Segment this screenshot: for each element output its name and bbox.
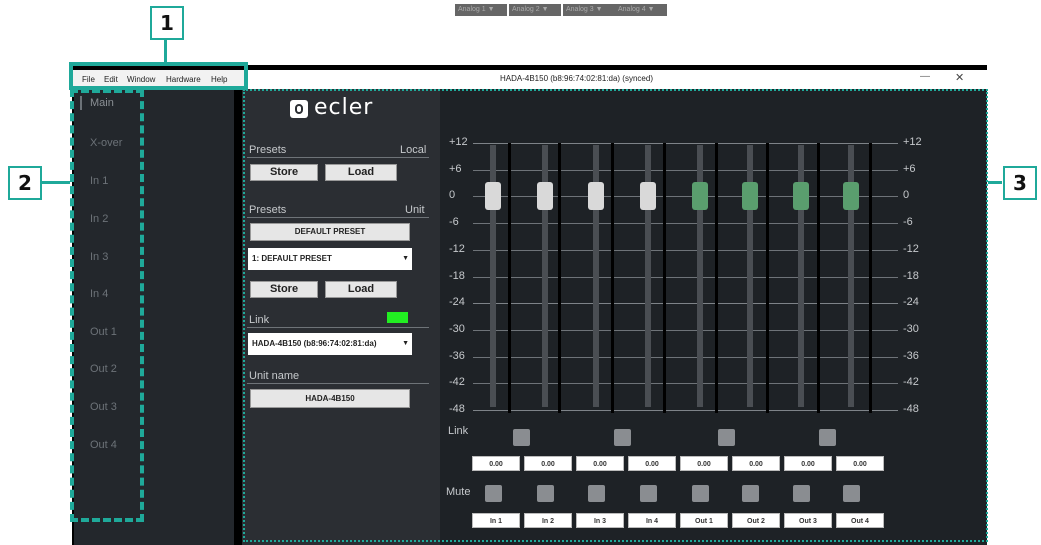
input-select-3[interactable]: Analog 3 ▼ <box>563 4 615 16</box>
callout-3: 3 <box>1003 166 1037 200</box>
input-select-4-label: Analog 4 <box>618 6 646 13</box>
callout-1-highlight <box>69 62 248 90</box>
close-button[interactable]: ✕ <box>955 71 964 84</box>
callout-1: 1 <box>150 6 184 40</box>
callout-2-leader <box>40 181 70 184</box>
input-select-2[interactable]: Analog 2 ▼ <box>509 4 561 16</box>
chevron-down-icon: ▼ <box>487 6 495 13</box>
callout-1-leader <box>164 38 167 62</box>
input-select-1-label: Analog 1 <box>458 6 486 13</box>
input-select-3-label: Analog 3 <box>566 6 594 13</box>
input-select-2-label: Analog 2 <box>512 6 540 13</box>
minimize-button[interactable]: — <box>920 71 930 82</box>
callout-3-highlight <box>243 89 988 542</box>
callout-2-highlight <box>70 89 144 522</box>
chevron-down-icon: ▼ <box>595 6 603 13</box>
input-select-1[interactable]: Analog 1 ▼ <box>455 4 507 16</box>
callout-3-leader <box>988 181 1002 184</box>
chevron-down-icon: ▼ <box>647 6 655 13</box>
chevron-down-icon: ▼ <box>541 6 549 13</box>
title-bar: HADA-4B150 (b8:96:74:02:81:da) (synced) … <box>247 70 987 89</box>
window-title: HADA-4B150 (b8:96:74:02:81:da) (synced) <box>500 74 653 83</box>
callout-2: 2 <box>8 166 42 200</box>
input-select-4[interactable]: Analog 4 ▼ <box>615 4 667 16</box>
